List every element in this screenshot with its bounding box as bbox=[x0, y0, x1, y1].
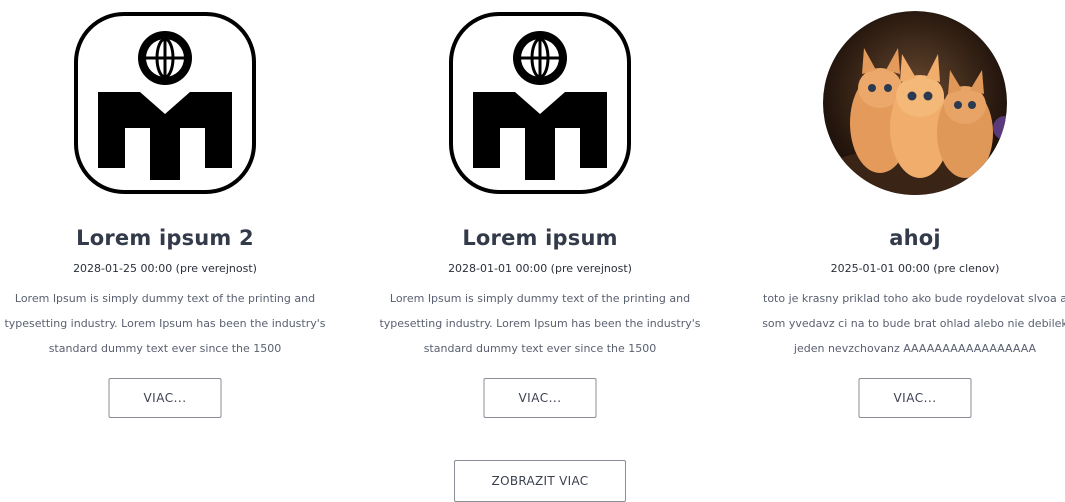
card-description-line: toto je krasny priklad toho ako bude roy… bbox=[763, 292, 1065, 305]
card-description-line: standard dummy text ever since the 1500 bbox=[423, 342, 657, 355]
card-date: 2025-01-01 00:00 (pre clenov) bbox=[830, 262, 1000, 275]
mensa-logo-icon[interactable] bbox=[70, 8, 260, 198]
card-title: Lorem ipsum bbox=[462, 226, 618, 250]
card-date: 2028-01-25 00:00 (pre verejnost) bbox=[73, 262, 257, 275]
card-description: toto je krasny priklad toho ako bude roy… bbox=[750, 286, 1065, 361]
card-title: Lorem ipsum 2 bbox=[76, 226, 254, 250]
event-cards: Lorem ipsum 2 2028-01-25 00:00 (pre vere… bbox=[0, 0, 1065, 440]
card-title: ahoj bbox=[889, 226, 941, 250]
show-more-button[interactable]: ZOBRAZIT VIAC bbox=[454, 460, 626, 502]
mensa-logo-icon[interactable] bbox=[445, 8, 635, 198]
viac-button[interactable]: VIAC... bbox=[108, 378, 222, 418]
card-description: Lorem Ipsum is simply dummy text of the … bbox=[375, 286, 705, 361]
card-description-line: Lorem Ipsum is simply dummy text of the … bbox=[14, 292, 316, 305]
card-description-line: som yvedavz ci na to bude brat ohlad ale… bbox=[762, 317, 1065, 330]
kittens-photo[interactable] bbox=[820, 8, 1010, 198]
card-description-line: standard dummy text ever since the 1500 bbox=[48, 342, 282, 355]
card-description: Lorem Ipsum is simply dummy text of the … bbox=[0, 286, 330, 361]
card-description-line: typesetting industry. Lorem Ipsum has be… bbox=[379, 317, 701, 330]
card-description-line: Lorem Ipsum is simply dummy text of the … bbox=[389, 292, 691, 305]
card-description-line: jeden nevzchovanz AAAAAAAAAAAAAAAAA bbox=[793, 342, 1037, 355]
card-description-line: typesetting industry. Lorem Ipsum has be… bbox=[4, 317, 326, 330]
viac-button[interactable]: VIAC... bbox=[858, 378, 972, 418]
card-date: 2028-01-01 00:00 (pre verejnost) bbox=[448, 262, 632, 275]
viac-button[interactable]: VIAC... bbox=[483, 378, 597, 418]
